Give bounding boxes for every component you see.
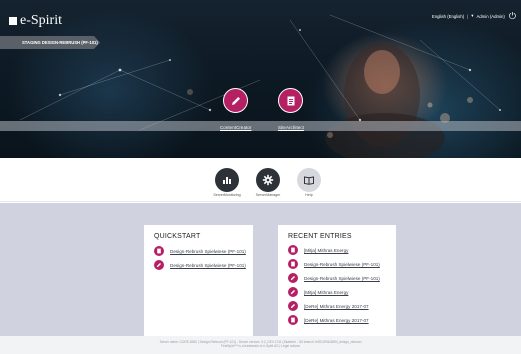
user-menu: English (English) | ▾ Admin (Admin) ⏻ bbox=[432, 12, 516, 21]
list-item[interactable]: Design-Rebrush Spielwiese (PF-101) bbox=[288, 273, 386, 283]
recent-entry-link[interactable]: Design-Rebrush Spielwiese (PF-101) bbox=[304, 276, 380, 281]
list-item[interactable]: [Mitja] Mithras Energy bbox=[288, 245, 386, 255]
user-name[interactable]: Admin (Admin) bbox=[476, 14, 504, 19]
app-help[interactable]: Help bbox=[289, 168, 329, 197]
gear-icon[interactable] bbox=[256, 168, 280, 192]
recent-entry-link[interactable]: [Mitja] Mithras Energy bbox=[304, 248, 348, 253]
list-item[interactable]: [DeRe] Mithras Energy 2017-07 bbox=[288, 315, 386, 325]
list-item[interactable]: Design-Rebrush Spielwiese (PF-101) bbox=[154, 260, 246, 270]
hero-background-graphic bbox=[19, 14, 501, 158]
document-icon bbox=[288, 245, 298, 255]
e-spirit-logo[interactable]: e-Spirit bbox=[9, 13, 62, 29]
pencil-icon[interactable] bbox=[223, 88, 249, 113]
list-item[interactable]: [DeRe] Mithras Energy 2017-07 bbox=[288, 301, 386, 311]
apps-row: ServerMonitoring ServerManager Help bbox=[0, 158, 521, 202]
app-servermonitoring[interactable]: ServerMonitoring bbox=[207, 168, 247, 197]
quickstart-card: QUICKSTART Design-Rebrush Spielwiese (PF… bbox=[144, 225, 253, 354]
document-icon bbox=[154, 246, 164, 256]
bar-chart-icon[interactable] bbox=[215, 168, 239, 192]
book-icon[interactable] bbox=[297, 168, 321, 192]
quickstart-link[interactable]: Design-Rebrush Spielwiese (PF-101) bbox=[170, 249, 246, 254]
sitearchitect-launcher[interactable]: SiteArchitect bbox=[278, 88, 304, 130]
document-icon[interactable] bbox=[278, 88, 304, 113]
settings-icon[interactable]: ⏻ bbox=[509, 12, 516, 21]
pencil-icon bbox=[288, 301, 298, 311]
footer: Server name: CORE-8280 | Design-Rebrush … bbox=[0, 336, 521, 354]
document-icon bbox=[288, 315, 298, 325]
quickstart-link[interactable]: Design-Rebrush Spielwiese (PF-101) bbox=[170, 263, 246, 268]
sitearchitect-label[interactable]: SiteArchitect bbox=[278, 125, 304, 130]
recent-entry-link[interactable]: [Mitja] Mithras Energy bbox=[304, 290, 348, 295]
pencil-icon bbox=[288, 287, 298, 297]
recent-entry-link[interactable]: Design-Rebrush Spielwiese (PF-101) bbox=[304, 262, 380, 267]
app-servermanager[interactable]: ServerManager bbox=[248, 168, 288, 197]
logo-text: e-Spirit bbox=[20, 13, 62, 28]
dashboard-content: QUICKSTART Design-Rebrush Spielwiese (PF… bbox=[0, 203, 521, 354]
app-label[interactable]: ServerManager bbox=[256, 193, 281, 197]
project-banner: STAGING DESIGN-REBRUSH (PF-101) bbox=[0, 36, 100, 49]
app-label[interactable]: Help bbox=[305, 193, 312, 197]
list-item[interactable]: Design-Rebrush Spielwiese (PF-101) bbox=[154, 246, 246, 256]
language-selector[interactable]: English (English) bbox=[432, 14, 464, 19]
logo-square-icon bbox=[9, 17, 17, 25]
pencil-icon bbox=[154, 260, 164, 270]
recent-entry-link[interactable]: [DeRe] Mithras Energy 2017-07 bbox=[304, 304, 369, 309]
chevron-down-icon[interactable]: ▾ bbox=[471, 13, 473, 19]
recent-entries-card: RECENT ENTRIES [Mitja] Mithras Energy De… bbox=[278, 225, 396, 354]
pencil-icon bbox=[288, 273, 298, 283]
trademark-notice[interactable]: FirstSpirit™ is a trademark of e-Spirit … bbox=[0, 344, 521, 348]
recent-entries-title: RECENT ENTRIES bbox=[288, 233, 352, 240]
quickstart-title: QUICKSTART bbox=[154, 233, 201, 240]
contentcreator-launcher[interactable]: ContentCreator bbox=[220, 88, 251, 130]
list-item[interactable]: Design-Rebrush Spielwiese (PF-101) bbox=[288, 259, 386, 269]
launcher-strip bbox=[0, 121, 521, 131]
contentcreator-label[interactable]: ContentCreator bbox=[220, 125, 251, 130]
separator: | bbox=[467, 13, 469, 19]
hero-banner: e-Spirit English (English) | ▾ Admin (Ad… bbox=[0, 0, 521, 158]
list-item[interactable]: [Mitja] Mithras Energy bbox=[288, 287, 386, 297]
document-icon bbox=[288, 259, 298, 269]
app-label[interactable]: ServerMonitoring bbox=[213, 193, 240, 197]
recent-entry-link[interactable]: [DeRe] Mithras Energy 2017-07 bbox=[304, 318, 369, 323]
